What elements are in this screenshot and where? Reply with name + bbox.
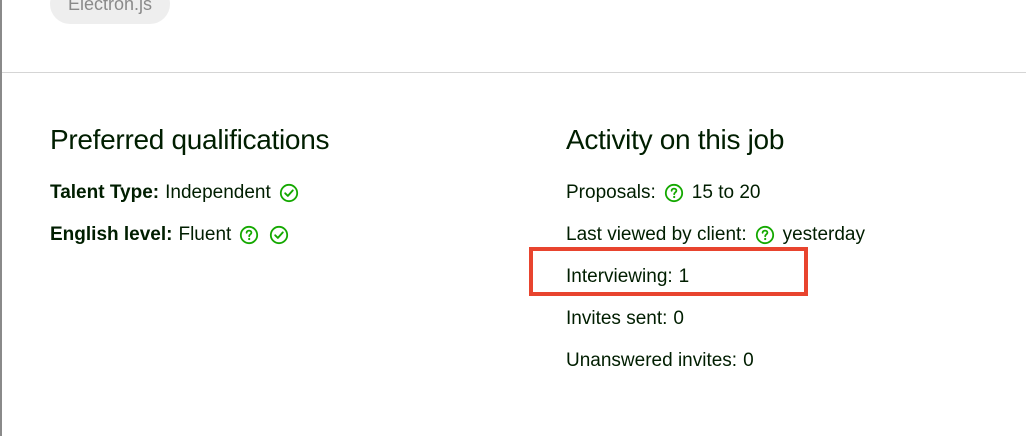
preferred-qualifications-title: Preferred qualifications (50, 124, 330, 155)
unanswered-invites-row: Unanswered invites: 0 (566, 340, 865, 382)
talent-type-value: Independent (165, 182, 271, 203)
last-viewed-label: Last viewed by client: (566, 224, 747, 245)
section-divider (2, 72, 1026, 73)
talent-type-row: Talent Type: Independent (50, 172, 329, 214)
skill-chip-electron[interactable]: Electron.js (50, 0, 171, 24)
unanswered-invites-label: Unanswered invites: (566, 350, 738, 371)
check-circle-icon (279, 183, 299, 203)
invites-sent-label: Invites sent: (566, 308, 668, 329)
help-circle-icon[interactable] (664, 183, 684, 203)
proposals-label: Proposals: (566, 182, 656, 203)
invites-sent-row: Invites sent: 0 (566, 298, 865, 340)
help-circle-icon[interactable] (239, 225, 259, 245)
proposals-row: Proposals: 15 to 20 (566, 172, 865, 214)
check-circle-icon (269, 225, 289, 245)
invites-sent-value: 0 (673, 308, 684, 329)
talent-type-label: Talent Type: (50, 182, 160, 203)
last-viewed-value: yesterday (782, 224, 865, 245)
activity-title: Activity on this job (566, 124, 785, 155)
interviewing-highlight-box (529, 247, 808, 296)
unanswered-invites-value: 0 (743, 350, 754, 371)
english-level-row: English level: Fluent (50, 214, 329, 256)
english-level-value: Fluent (178, 224, 232, 245)
help-circle-icon[interactable] (755, 225, 775, 245)
english-level-label: English level: (50, 224, 173, 245)
window-left-edge (0, 0, 2, 436)
preferred-qualifications-section: Preferred qualifications Talent Type: In… (50, 122, 329, 256)
proposals-value: 15 to 20 (691, 182, 761, 203)
